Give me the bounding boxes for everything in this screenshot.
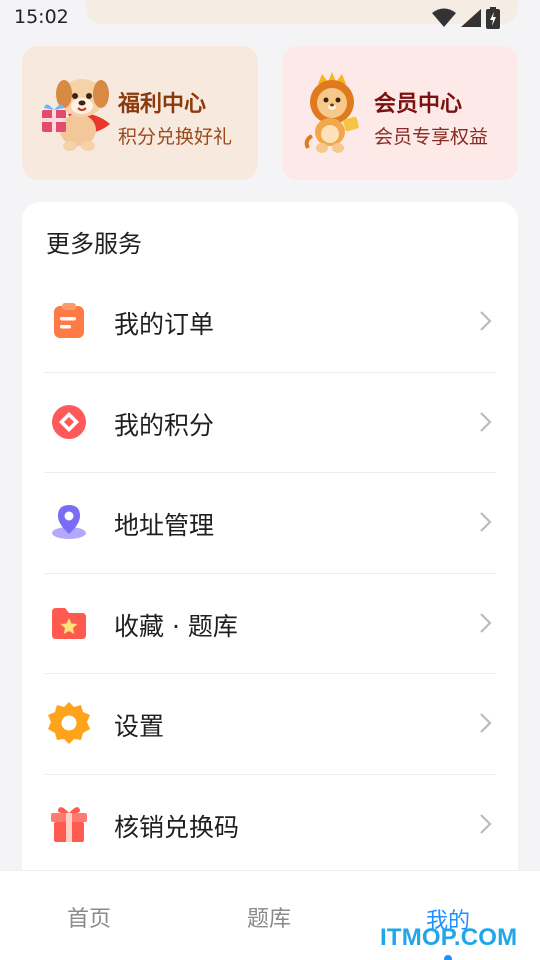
service-item-my-orders[interactable]: 我的订单 [44, 272, 496, 373]
dog-mascot-icon [38, 70, 116, 158]
member-center-title: 会员中心 [374, 92, 463, 117]
signal-icon [460, 8, 482, 28]
nav-tab-home[interactable]: 首页 [67, 901, 111, 933]
favorite-folder-icon [50, 604, 88, 642]
watermark: ITMOP.COM [380, 924, 518, 951]
status-time: 15:02 [14, 6, 69, 28]
order-clipboard-icon [50, 302, 88, 340]
battery-icon [486, 7, 500, 29]
chevron-right-icon [478, 612, 492, 634]
welfare-center-title: 福利中心 [118, 92, 207, 117]
services-title: 更多服务 [46, 230, 142, 258]
chevron-right-icon [478, 411, 492, 433]
location-pin-icon [50, 503, 88, 541]
service-item-my-points[interactable]: 我的积分 [44, 373, 496, 473]
chevron-right-icon [478, 813, 492, 835]
gift-icon [50, 805, 88, 843]
member-center-card[interactable]: 会员中心 会员专享权益 [282, 46, 518, 180]
service-label: 我的订单 [114, 310, 215, 339]
gear-icon [48, 702, 90, 744]
service-item-redeem-code[interactable]: 核销兑换码 [44, 775, 496, 876]
service-list: 我的订单 我的积分 地址管理 收藏 · 题库 设置 核销兑换码 [44, 272, 496, 875]
service-label: 核销兑换码 [114, 812, 240, 842]
service-item-favorites-question-bank[interactable]: 收藏 · 题库 [44, 574, 496, 674]
promo-row: 福利中心 积分兑换好礼 会员中心 会员专享权益 [22, 46, 518, 180]
status-bar: 15:02 [0, 0, 540, 34]
wifi-icon [432, 8, 456, 28]
welfare-center-subtitle: 积分兑换好礼 [118, 126, 233, 148]
points-diamond-icon [50, 403, 88, 441]
chevron-right-icon [478, 310, 492, 332]
more-services-panel: 更多服务 我的订单 我的积分 地址管理 收藏 · 题库 设置 核销兑换码 [22, 202, 518, 902]
status-icons [432, 7, 500, 29]
service-label: 收藏 · 题库 [114, 611, 238, 641]
active-tab-indicator [444, 955, 452, 960]
service-item-settings[interactable]: 设置 [44, 674, 496, 775]
service-item-address-management[interactable]: 地址管理 [44, 473, 496, 574]
welfare-center-card[interactable]: 福利中心 积分兑换好礼 [22, 46, 258, 180]
service-label: 设置 [114, 712, 165, 741]
chevron-right-icon [478, 511, 492, 533]
nav-tab-question-bank[interactable]: 题库 [247, 901, 291, 933]
lion-mascot-icon [302, 70, 362, 158]
service-label: 地址管理 [114, 511, 215, 540]
service-label: 我的积分 [114, 410, 215, 440]
member-center-subtitle: 会员专享权益 [374, 126, 489, 148]
chevron-right-icon [478, 712, 492, 734]
